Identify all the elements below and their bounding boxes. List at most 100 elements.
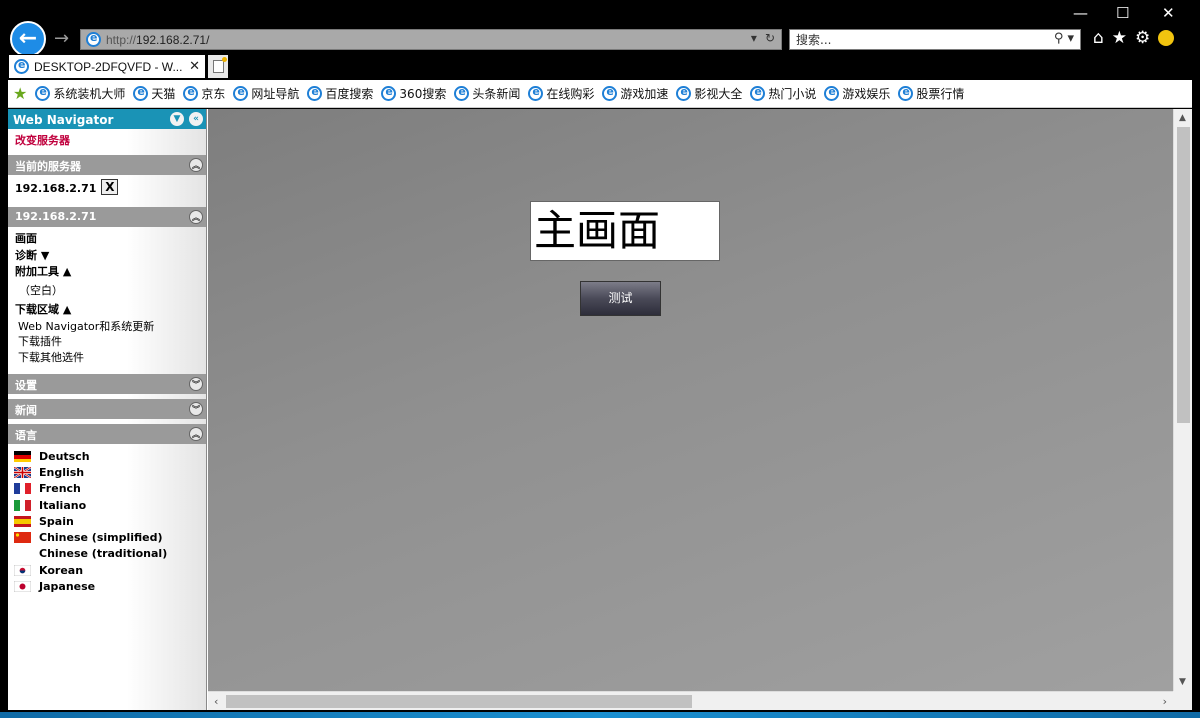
ie-icon [86,31,101,47]
scroll-thumb[interactable] [226,695,692,708]
download-link[interactable]: 下载其他选件 [15,349,206,365]
ie-icon [381,85,397,101]
menu-extra-tools[interactable]: 附加工具 ▲ [15,263,206,280]
menu-empty: （空白） [19,283,63,297]
favorite-link[interactable]: 股票行情 [898,85,964,102]
favorite-link[interactable]: 网址导航 [233,85,299,102]
current-server-header[interactable]: 当前的服务器 ︽ [8,155,206,175]
feedback-smiley-icon[interactable] [1158,30,1175,46]
language-option[interactable]: Deutsch [14,448,206,464]
flag-icon [14,532,31,544]
address-row: — ☐ ✕ ← → http://192.168.2.71/ ▾ ↻ 搜索... … [0,0,1200,57]
gear-icon[interactable]: ⚙ [1135,28,1150,48]
language-option[interactable]: English [14,464,206,480]
disconnect-icon[interactable]: X [101,179,119,195]
menu-screen[interactable]: 画面 [15,230,206,247]
scroll-down-icon[interactable]: ▼ [1179,677,1186,687]
language-option[interactable]: Japanese [14,578,206,594]
sidebar: Web Navigator ▼ « 改变服务器 当前的服务器 ︽ 192.168… [8,109,207,710]
menu-download-area[interactable]: 下载区域 ▲ [15,301,206,318]
close-window-button[interactable]: ✕ [1162,4,1175,22]
download-link[interactable]: Web Navigator和系统更新 [15,318,206,334]
horizontal-scrollbar[interactable]: ‹ › [208,691,1173,710]
test-button[interactable]: 测试 [580,281,661,316]
favorite-link[interactable]: 游戏娱乐 [824,85,890,102]
language-option[interactable]: Korean [14,562,206,578]
collapse-icon[interactable]: ︽ [189,210,203,224]
expand-icon[interactable]: ︾ [189,402,203,416]
ie-icon [676,85,692,101]
favorite-link[interactable]: 游戏加速 [602,85,668,102]
change-server-link[interactable]: 改变服务器 [8,129,206,155]
ie-icon [133,85,149,101]
favorite-link[interactable]: 百度搜索 [307,85,373,102]
language-option[interactable]: Chinese (simplified) [14,529,206,545]
refresh-icon[interactable]: ↻ [765,31,775,45]
favorite-link[interactable]: 京东 [183,85,225,102]
server-section-header[interactable]: 192.168.2.71 ︽ [8,207,206,227]
favorite-link[interactable]: 头条新闻 [454,85,520,102]
scroll-thumb[interactable] [1177,127,1190,423]
back-button[interactable]: ← [10,21,46,57]
language-option[interactable]: French [14,481,206,497]
dropdown-arrow-icon[interactable]: ▾ [751,31,757,45]
language-option[interactable]: Italiano [14,497,206,513]
scroll-left-icon[interactable]: ‹ [214,695,218,708]
forward-button[interactable]: → [54,28,69,49]
search-icon[interactable]: ⚲ ▾ [1054,31,1074,46]
home-icon[interactable]: ⌂ [1093,28,1104,48]
ie-icon [14,58,29,74]
language-list: Deutsch English French Italiano Spain Chinese… [8,444,206,595]
screen-title: 主画面 [530,201,720,261]
favorite-link[interactable]: 360搜索 [381,85,446,102]
favorite-link[interactable]: 天猫 [133,85,175,102]
menu-diagnostics[interactable]: 诊断 ▼ [15,247,206,264]
maximize-button[interactable]: ☐ [1116,4,1129,22]
ie-icon [35,85,51,101]
address-bar[interactable]: http://192.168.2.71/ ▾ ↻ [80,29,782,50]
flag-icon [14,499,31,511]
favorite-link[interactable]: 系统装机大师 [35,85,125,102]
tab-active[interactable]: DESKTOP-2DFQVFD - W... ✕ [9,55,205,78]
flag-icon [14,564,31,576]
ie-icon [750,85,766,101]
language-header[interactable]: 语言 ︽ [8,424,206,444]
scroll-right-icon[interactable]: › [1163,695,1167,708]
ie-icon [824,85,840,101]
add-favorite-icon[interactable]: ★ [13,84,27,103]
collapse-icon[interactable]: ︽ [189,427,203,441]
favorite-link[interactable]: 热门小说 [750,85,816,102]
flag-icon [14,515,31,527]
ie-icon [898,85,914,101]
download-link[interactable]: 下载插件 [15,333,206,349]
expand-icon[interactable]: ︾ [189,377,203,391]
minimize-button[interactable]: — [1073,4,1088,22]
close-tab-icon[interactable]: ✕ [189,58,200,74]
flag-icon [14,483,31,495]
pin-icon[interactable]: ▼ [170,112,184,126]
scroll-up-icon[interactable]: ▲ [1179,113,1186,123]
favorite-link[interactable]: 在线购彩 [528,85,594,102]
language-option[interactable]: Chinese (traditional) [14,546,206,562]
news-header[interactable]: 新闻 ︾ [8,399,206,419]
url-text: http://192.168.2.71/ [106,32,210,47]
language-option[interactable]: Spain [14,513,206,529]
settings-header[interactable]: 设置 ︾ [8,374,206,394]
vertical-scrollbar[interactable]: ▲ ▼ [1173,109,1192,691]
ie-icon [602,85,618,101]
new-tab-button[interactable] [208,55,228,78]
collapse-sidebar-icon[interactable]: « [189,112,203,126]
sidebar-header: Web Navigator ▼ « [8,109,206,129]
search-input[interactable]: 搜索... ⚲ ▾ [789,29,1081,50]
favorites-star-icon[interactable]: ★ [1112,28,1127,48]
new-tab-icon [212,57,227,73]
favorites-bar: ★ 系统装机大师天猫京东网址导航百度搜索 360搜索头条新闻在线购彩游戏加速影视大… [8,80,1192,108]
collapse-icon[interactable]: ︽ [189,158,203,172]
ie-icon [183,85,199,101]
server-menu: 画面 诊断 ▼ 附加工具 ▲ （空白） 下载区域 ▲ Web Navigator… [8,227,206,364]
flag-icon [14,466,31,478]
ie-icon [233,85,249,101]
page-content: Web Navigator ▼ « 改变服务器 当前的服务器 ︽ 192.168… [8,109,1192,710]
favorite-link[interactable]: 影视大全 [676,85,742,102]
tab-row: DESKTOP-2DFQVFD - W... ✕ [0,54,1200,78]
